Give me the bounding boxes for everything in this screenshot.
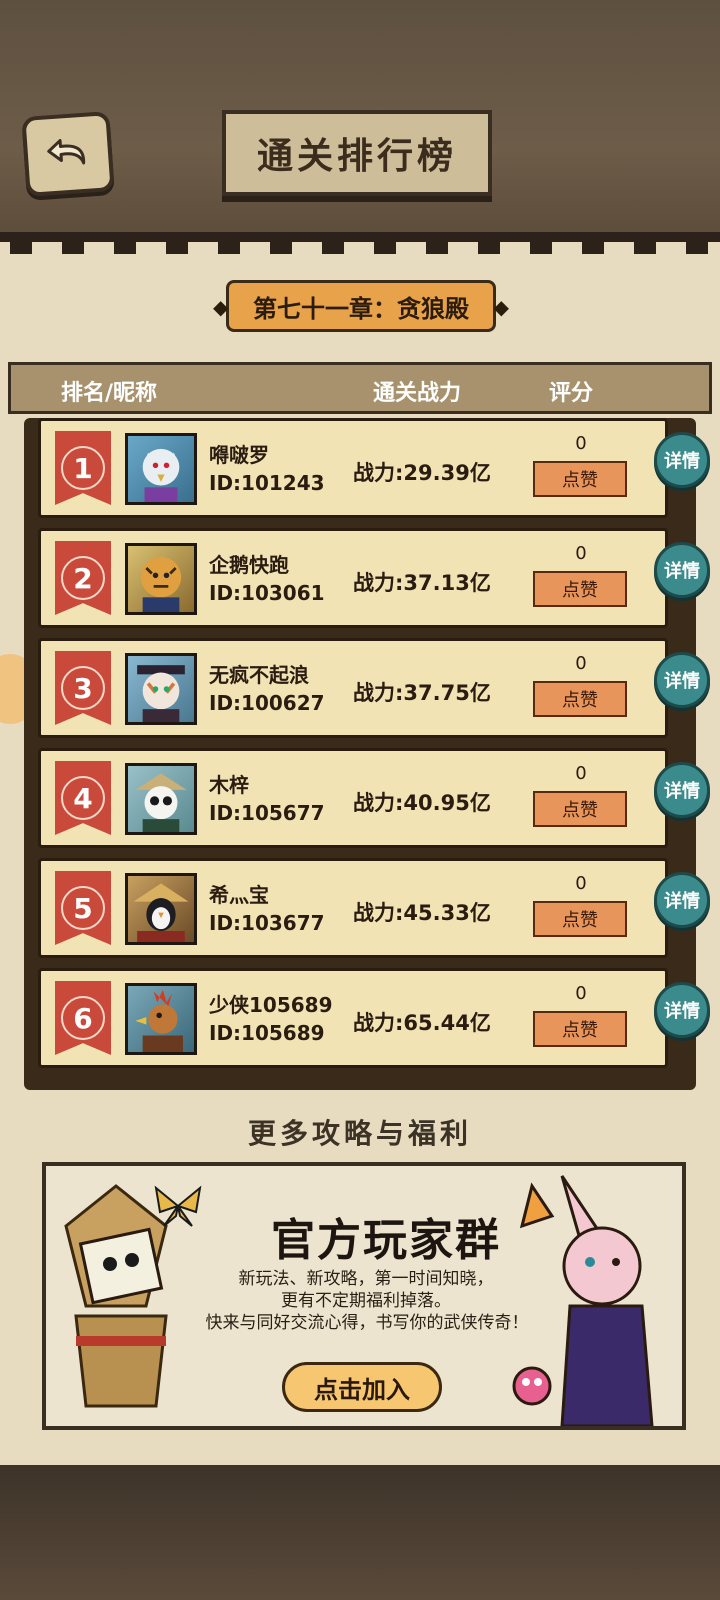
detail-button[interactable]: 详情 [654,542,710,598]
detail-button[interactable]: 详情 [654,652,710,708]
player-id: ID:100627 [209,691,325,715]
avatar[interactable] [125,873,197,945]
like-count: 0 [575,763,587,784]
butterfly-icon [154,1185,202,1227]
avatar[interactable] [125,543,197,615]
battlement-border [0,232,720,254]
like-button[interactable]: 点赞 [533,791,627,827]
rank-badge: 3 [55,651,111,725]
like-count: 0 [575,433,587,454]
chapter-label: 第七十一章：贪狼殿 [213,280,509,332]
avatar[interactable] [125,983,197,1055]
like-count: 0 [575,653,587,674]
back-arrow-icon [47,139,86,165]
player-nickname: 企鹅快跑 [209,553,289,577]
avatar[interactable] [125,763,197,835]
ranking-list[interactable]: 1 嘚啵罗 ID:101243 战力:29.39亿 0 点赞 2 企鹅快跑 ID… [24,418,696,1090]
ranking-row: 2 企鹅快跑 ID:103061 战力:37.13亿 0 点赞 [38,528,668,628]
column-rank-nickname: 排名/昵称 [61,381,158,406]
detail-button[interactable]: 详情 [654,872,710,928]
player-power: 战力:29.39亿 [353,461,491,485]
like-button[interactable]: 点赞 [533,571,627,607]
player-nickname: 嘚啵罗 [209,443,269,467]
ranking-row: 1 嘚啵罗 ID:101243 战力:29.39亿 0 点赞 [38,418,668,518]
player-id: ID:105677 [209,801,325,825]
player-power: 战力:37.75亿 [353,681,491,705]
rank-badge: 2 [55,541,111,615]
official-group-banner[interactable]: 官方玩家群 新玩法、新攻略，第一时间知晓， 更有不定期福利掉落。 快来与同好交流… [42,1162,686,1430]
like-button[interactable]: 点赞 [533,1011,627,1047]
table-header: 排名/昵称 通关战力 评分 [8,362,712,414]
like-count: 0 [575,983,587,1004]
like-count: 0 [575,873,587,894]
rank-badge: 4 [55,761,111,835]
ranking-row: 5 希灬宝 ID:103677 战力:45.33亿 0 点赞 [38,858,668,958]
detail-button[interactable]: 详情 [654,762,710,818]
detail-button[interactable]: 详情 [654,982,710,1038]
rank-badge: 6 [55,981,111,1055]
avatar[interactable] [125,433,197,505]
like-button[interactable]: 点赞 [533,461,627,497]
player-power: 战力:40.95亿 [353,791,491,815]
like-count: 0 [575,543,587,564]
player-nickname: 希灬宝 [209,883,269,907]
ranking-row: 6 少侠105689 ID:105689 战力:65.44亿 0 点赞 [38,968,668,1068]
avatar[interactable] [125,653,197,725]
join-group-button[interactable]: 点击加入 [282,1362,442,1412]
ranking-row: 4 木梓 ID:105677 战力:40.95亿 0 点赞 [38,748,668,848]
page-title: 通关排行榜 [222,110,492,196]
rank-badge: 1 [55,431,111,505]
player-nickname: 少侠105689 [209,993,333,1017]
player-id: ID:101243 [209,471,325,495]
player-power: 战力:37.13亿 [353,571,491,595]
column-score: 评分 [549,381,594,406]
player-id: ID:103677 [209,911,325,935]
column-power: 通关战力 [373,381,462,406]
ranking-row: 3 无疯不起浪 ID:100627 战力:37.75亿 0 点赞 [38,638,668,738]
player-power: 战力:65.44亿 [353,1011,491,1035]
player-power: 战力:45.33亿 [353,901,491,925]
player-nickname: 木梓 [209,773,249,797]
like-button[interactable]: 点赞 [533,901,627,937]
player-id: ID:105689 [209,1021,325,1045]
rank-badge: 5 [55,871,111,945]
back-button[interactable] [21,111,115,197]
banner-title: 官方玩家群 [271,1215,501,1266]
detail-button[interactable]: 详情 [654,432,710,488]
player-id: ID:103061 [209,581,325,605]
bottom-background [0,1465,720,1600]
like-button[interactable]: 点赞 [533,681,627,717]
more-section-title: 更多攻略与福利 [247,1117,472,1150]
banner-text-line3: 快来与同好交流心得，书写你的武侠传奇！ [205,1313,529,1333]
player-nickname: 无疯不起浪 [209,663,309,687]
